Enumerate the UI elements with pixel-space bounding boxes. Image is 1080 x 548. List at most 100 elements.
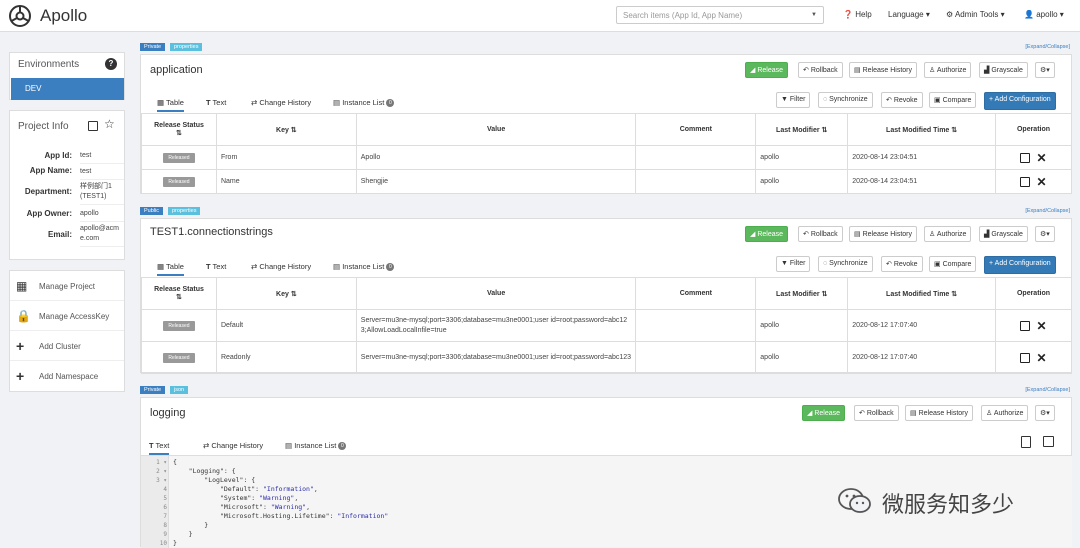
edit-icon[interactable]	[1020, 176, 1031, 187]
tab-change-history[interactable]: ⇄ Change History	[251, 262, 311, 271]
col-last-modified-time[interactable]: Last Modified Time ⇅	[847, 277, 997, 310]
line-number: 4	[163, 486, 167, 493]
rollback-button[interactable]: ↶ Rollback	[798, 62, 843, 78]
tab-text[interactable]: T Text	[149, 441, 170, 455]
settings-dropdown-button[interactable]: ⚙▾	[1035, 62, 1055, 78]
namespace-panel: TEST1.connectionstrings ◢ Release ↶ Roll…	[140, 218, 1072, 374]
history-icon: ▤	[854, 67, 861, 74]
list-icon: ▤	[285, 441, 293, 450]
edit-icon[interactable]	[1020, 320, 1031, 331]
help-icon[interactable]: ?	[105, 58, 117, 70]
undo-icon: ↶	[886, 97, 892, 104]
tab-instance-list[interactable]: ▤ Instance List 0	[333, 262, 395, 272]
edit-icon[interactable]	[1020, 352, 1031, 363]
grayscale-button[interactable]: ▟ Grayscale	[979, 226, 1028, 242]
delete-icon[interactable]: ✕	[1036, 352, 1046, 364]
synchronize-button[interactable]: ◌ Synchronize	[818, 256, 873, 272]
language-dropdown[interactable]: Language ▾	[888, 10, 930, 19]
release-history-button[interactable]: ▤ Release History	[905, 405, 973, 421]
release-button[interactable]: ◢ Release	[745, 226, 789, 242]
edit-icon[interactable]	[1043, 436, 1054, 447]
cell-value: Server=mu3ne-mysql;port=3306;database=mu…	[355, 341, 637, 374]
release-history-button[interactable]: ▤ Release History	[849, 226, 917, 242]
release-history-button[interactable]: ▤ Release History	[849, 62, 917, 78]
tab-change-history[interactable]: ⇄ Change History	[251, 98, 311, 107]
star-icon[interactable]: ☆	[104, 117, 115, 131]
table-row: Released Readonly Server=mu3ne-mysql;por…	[141, 341, 1072, 374]
edit-icon[interactable]	[1020, 152, 1031, 163]
filter-button[interactable]: ▼ Filter	[776, 256, 811, 272]
add-configuration-button[interactable]: + Add Configuration	[984, 92, 1056, 110]
cell-comment	[635, 169, 757, 194]
logo-text[interactable]: Apollo	[40, 6, 87, 26]
expand-collapse-link[interactable]: [Expand/Collapse]	[1025, 387, 1070, 393]
delete-icon[interactable]: ✕	[1036, 320, 1046, 332]
lock-icon: 🔒	[16, 309, 31, 323]
settings-dropdown-button[interactable]: ⚙▾	[1035, 226, 1055, 242]
editor-gutter: 1 ▾ 2 ▾ 3 ▾ 4 5 6 7 8 9 10	[141, 456, 169, 548]
revoke-button[interactable]: ↶ Revoke	[881, 92, 923, 108]
compare-button[interactable]: ▣ Compare	[929, 256, 977, 272]
user-dropdown[interactable]: 👤 apollo ▾	[1024, 10, 1064, 19]
cell-value: Server=mu3ne-mysql;port=3306;database=mu…	[355, 309, 637, 342]
nav-add-namespace[interactable]: + Add Namespace	[10, 361, 124, 391]
col-key[interactable]: Key ⇅	[215, 113, 357, 146]
search-input[interactable]: Search items (App Id, App Name) ▼	[616, 6, 824, 24]
cell-key: Name	[215, 169, 357, 194]
filter-icon: ▼	[781, 96, 788, 103]
tab-table[interactable]: ▦ Table	[157, 98, 184, 112]
code-line: }	[173, 539, 177, 547]
tab-instance-list[interactable]: ▤ Instance List 0	[333, 98, 395, 108]
revoke-button[interactable]: ↶ Revoke	[881, 256, 923, 272]
settings-dropdown-button[interactable]: ⚙▾	[1035, 405, 1055, 421]
nav-add-cluster[interactable]: + Add Cluster	[10, 331, 124, 361]
col-key[interactable]: Key ⇅	[215, 277, 357, 310]
namespace-logging: Private json [Expand/Collapse] logging ◢…	[140, 386, 1072, 548]
tab-text[interactable]: T Text	[206, 98, 226, 107]
col-last-modifier[interactable]: Last Modifier ⇅	[755, 113, 849, 146]
rollback-button[interactable]: ↶ Rollback	[798, 226, 843, 242]
col-release-status[interactable]: Release Status ⇅	[141, 113, 217, 146]
compare-button[interactable]: ▣ Compare	[929, 92, 977, 108]
authorize-button[interactable]: ♙ Authorize	[981, 405, 1029, 421]
release-button[interactable]: ◢ Release	[802, 405, 846, 421]
line-number: 6	[163, 504, 167, 511]
cell-comment	[635, 341, 757, 374]
col-last-modifier[interactable]: Last Modifier ⇅	[755, 277, 849, 310]
col-release-status[interactable]: Release Status ⇅	[141, 277, 217, 310]
authorize-button[interactable]: ♙ Authorize	[924, 226, 972, 242]
gear-icon: ⚙	[946, 10, 954, 19]
nav-manage-project[interactable]: ▦ Manage Project	[10, 271, 124, 301]
add-configuration-button[interactable]: + Add Configuration	[984, 256, 1056, 274]
copy-icon[interactable]	[1021, 436, 1031, 448]
col-comment: Comment	[635, 113, 757, 146]
rollback-button[interactable]: ↶ Rollback	[854, 405, 899, 421]
synchronize-button[interactable]: ◌ Synchronize	[818, 92, 873, 108]
delete-icon[interactable]: ✕	[1036, 176, 1046, 188]
authorize-button[interactable]: ♙ Authorize	[924, 62, 972, 78]
expand-collapse-link[interactable]: [Expand/Collapse]	[1025, 44, 1070, 50]
expand-collapse-link[interactable]: [Expand/Collapse]	[1025, 208, 1070, 214]
nav-manage-accesskey[interactable]: 🔒 Manage AccessKey	[10, 301, 124, 331]
tab-table[interactable]: ▦ Table	[157, 262, 184, 276]
help-link[interactable]: ❓ Help	[843, 10, 872, 19]
filter-button[interactable]: ▼ Filter	[776, 92, 811, 108]
apollo-logo-icon[interactable]	[8, 4, 32, 28]
edit-icon[interactable]	[88, 121, 98, 131]
env-item-dev[interactable]: DEV	[11, 78, 124, 100]
environments-panel: Environments ? DEV	[9, 52, 125, 100]
info-value: test	[80, 167, 124, 180]
plus-icon: +	[16, 338, 25, 354]
undo-icon: ↶	[803, 67, 809, 74]
tab-change-history[interactable]: ⇄ Change History	[203, 441, 263, 450]
col-last-modified-time[interactable]: Last Modified Time ⇅	[847, 113, 997, 146]
delete-icon[interactable]: ✕	[1036, 152, 1046, 164]
top-navbar: Apollo Search items (App Id, App Name) ▼…	[0, 0, 1080, 32]
tab-text[interactable]: T Text	[206, 262, 226, 271]
admin-tools-dropdown[interactable]: ⚙ Admin Tools ▾	[946, 10, 1005, 19]
grayscale-button[interactable]: ▟ Grayscale	[979, 62, 1028, 78]
sync-icon: ◌	[823, 260, 828, 267]
table-icon: ▦	[157, 262, 165, 271]
release-button[interactable]: ◢ Release	[745, 62, 789, 78]
tab-instance-list[interactable]: ▤ Instance List 0	[285, 441, 347, 451]
